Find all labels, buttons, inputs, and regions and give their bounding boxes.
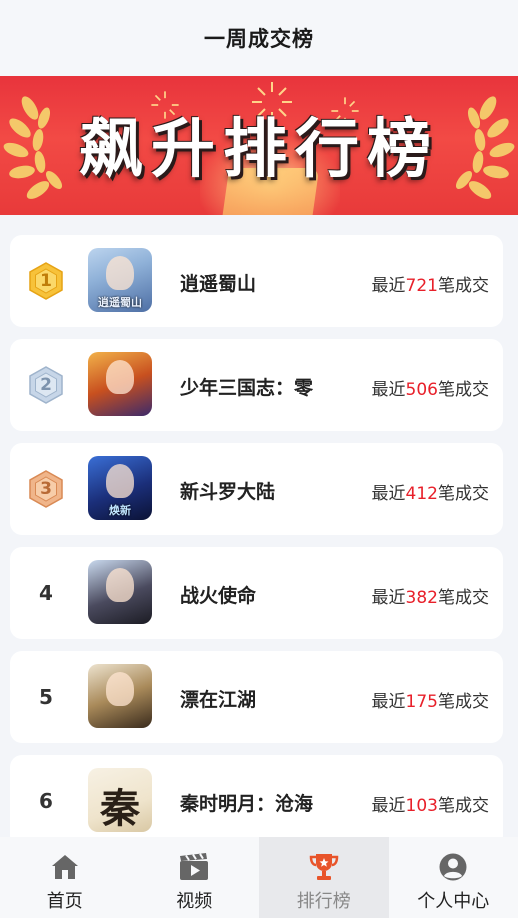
ranking-row[interactable]: 5 漂在江湖 最近175笔成交 bbox=[10, 651, 503, 743]
rank-medal-icon: 1 bbox=[27, 261, 65, 301]
deal-prefix: 最近 bbox=[371, 796, 406, 816]
deal-count-text: 最近103笔成交 bbox=[372, 791, 489, 816]
deal-prefix: 最近 bbox=[371, 588, 406, 608]
game-name: 战火使命 bbox=[180, 585, 257, 607]
user-icon bbox=[437, 851, 469, 883]
deal-suffix: 笔成交 bbox=[438, 276, 489, 296]
deal-suffix: 笔成交 bbox=[438, 380, 489, 400]
ranking-row[interactable]: 1 逍遥蜀山 逍遥蜀山 最近721笔成交 bbox=[10, 235, 503, 327]
rank-number: 5 bbox=[39, 685, 53, 709]
nav-tab-trophy[interactable]: 排行榜 bbox=[259, 837, 389, 918]
ranking-row[interactable]: 6 秦 秦时明月：沧海 最近103笔成交 bbox=[10, 755, 503, 837]
page-header: 一周成交榜 bbox=[0, 0, 518, 76]
deal-prefix: 最近 bbox=[371, 276, 406, 296]
rank-medal-icon: 2 bbox=[27, 365, 65, 405]
nav-tab-user[interactable]: 个人中心 bbox=[389, 837, 518, 918]
ranking-row[interactable]: 2 少年三国志：零 最近506笔成交 bbox=[10, 339, 503, 431]
banner-title: 飙升排行榜 bbox=[79, 113, 439, 187]
deal-suffix: 笔成交 bbox=[438, 484, 489, 504]
deal-count: 175 bbox=[405, 692, 438, 712]
thumb-caption: 秦 bbox=[100, 785, 140, 832]
game-icon-piao-zai-jianghu[interactable] bbox=[88, 664, 152, 728]
deal-count-text: 最近721笔成交 bbox=[372, 271, 489, 296]
game-name: 少年三国志：零 bbox=[180, 377, 314, 399]
rank-number: 6 bbox=[39, 789, 53, 813]
deal-count-text: 最近412笔成交 bbox=[372, 479, 489, 504]
bottom-nav: 首页 视频 排行榜 个人中心 bbox=[0, 837, 518, 918]
rank-number: 4 bbox=[39, 581, 53, 605]
deal-count-text: 最近506笔成交 bbox=[372, 375, 489, 400]
nav-tab-label: 首页 bbox=[46, 891, 83, 912]
game-name: 漂在江湖 bbox=[180, 689, 257, 711]
game-icon-zhanhuo-shiming[interactable] bbox=[88, 560, 152, 624]
ranking-row[interactable]: 4 战火使命 最近382笔成交 bbox=[10, 547, 503, 639]
video-icon bbox=[178, 851, 210, 883]
nav-tab-video[interactable]: 视频 bbox=[130, 837, 260, 918]
ranking-banner: 飙升排行榜 bbox=[0, 76, 518, 215]
deal-count: 382 bbox=[405, 588, 438, 608]
thumb-caption: 逍遥蜀山 bbox=[98, 296, 142, 309]
game-name: 秦时明月：沧海 bbox=[180, 793, 314, 815]
page-title: 一周成交榜 bbox=[204, 27, 314, 51]
deal-prefix: 最近 bbox=[371, 380, 406, 400]
nav-tab-label: 视频 bbox=[176, 891, 213, 912]
deal-suffix: 笔成交 bbox=[438, 692, 489, 712]
nav-tab-label: 个人中心 bbox=[417, 891, 490, 912]
deal-prefix: 最近 bbox=[371, 484, 406, 504]
nav-tab-home[interactable]: 首页 bbox=[0, 837, 130, 918]
trophy-icon bbox=[308, 851, 340, 883]
thumb-caption: 焕新 bbox=[109, 504, 131, 517]
ranking-row[interactable]: 3 焕新 新斗罗大陆 最近412笔成交 bbox=[10, 443, 503, 535]
deal-count: 103 bbox=[405, 796, 438, 816]
deal-count-text: 最近175笔成交 bbox=[372, 687, 489, 712]
nav-tab-label: 排行榜 bbox=[296, 891, 351, 912]
game-name: 新斗罗大陆 bbox=[180, 481, 276, 503]
deal-count: 506 bbox=[405, 380, 438, 400]
game-icon-qinshi-mingyue[interactable]: 秦 bbox=[88, 768, 152, 832]
deal-count: 721 bbox=[405, 276, 438, 296]
deal-suffix: 笔成交 bbox=[438, 588, 489, 608]
rank-medal-icon: 3 bbox=[27, 469, 65, 509]
deal-count-text: 最近382笔成交 bbox=[372, 583, 489, 608]
deal-prefix: 最近 bbox=[371, 692, 406, 712]
game-icon-shaonian-sanguozhi[interactable] bbox=[88, 352, 152, 416]
game-icon-xin-douluo-dalu[interactable]: 焕新 bbox=[88, 456, 152, 520]
game-name: 逍遥蜀山 bbox=[180, 273, 257, 295]
home-icon bbox=[49, 851, 81, 883]
deal-suffix: 笔成交 bbox=[438, 796, 489, 816]
ranking-list: 1 逍遥蜀山 逍遥蜀山 最近721笔成交 2 少年三国志：零 最近506笔成交 3 焕新 新斗罗大… bbox=[0, 215, 518, 837]
game-icon-xiaoyao-shushan[interactable]: 逍遥蜀山 bbox=[88, 248, 152, 312]
deal-count: 412 bbox=[405, 484, 438, 504]
